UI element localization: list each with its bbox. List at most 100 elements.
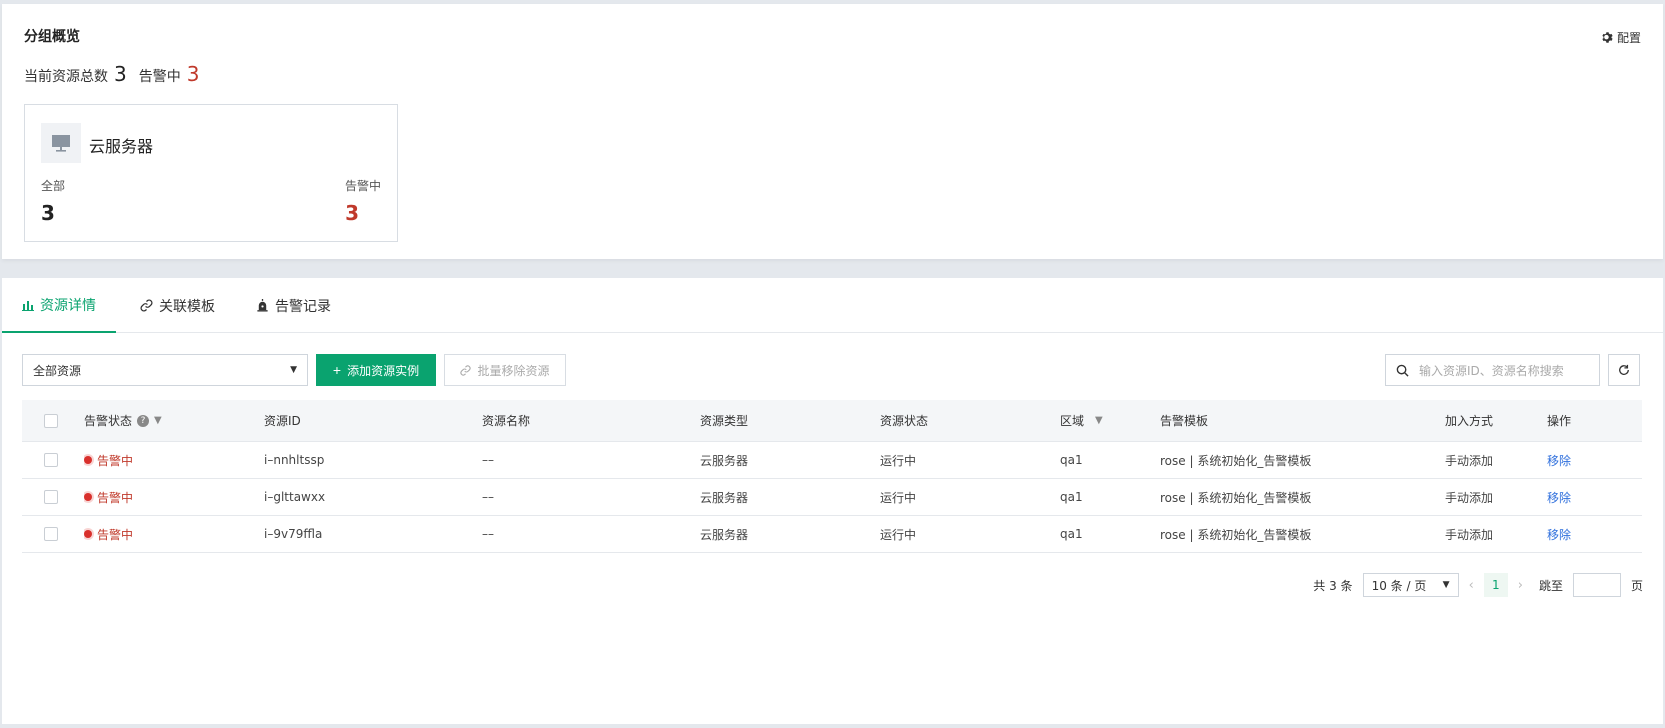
table-row: 告警中 i–glttawxx –– 云服务器 运行中 qa1 rose | 系统… bbox=[22, 479, 1642, 516]
region: qa1 bbox=[1060, 490, 1083, 504]
header-alarm-status: 告警状态 ? ▼ bbox=[84, 414, 162, 428]
alarm-status: 告警中 bbox=[84, 452, 264, 469]
batch-remove-label: 批量移除资源 bbox=[477, 363, 550, 378]
caret-down-icon: ▼ bbox=[1442, 580, 1450, 590]
join-method: 手动添加 bbox=[1445, 490, 1494, 505]
tab-linked-templates[interactable]: 关联模板 bbox=[120, 278, 235, 333]
resource-filter-select[interactable]: 全部资源 ▼ bbox=[22, 354, 308, 386]
header-resource-name: 资源名称 bbox=[482, 414, 531, 428]
join-method: 手动添加 bbox=[1445, 453, 1494, 468]
prev-page-icon[interactable]: ‹ bbox=[1469, 578, 1474, 593]
resource-type: 云服务器 bbox=[700, 453, 749, 468]
resource-state: 运行中 bbox=[880, 527, 917, 542]
resource-id: i–glttawxx bbox=[264, 490, 326, 504]
resource-detail-panel: 资源详情 关联模板 告警记录 全部资源 ▼ + 添加资源实例 批量移除资源 输入… bbox=[2, 278, 1663, 724]
region: qa1 bbox=[1060, 453, 1083, 467]
header-join-method: 加入方式 bbox=[1445, 414, 1494, 428]
plus-icon: + bbox=[332, 362, 342, 378]
batch-remove-button[interactable]: 批量移除资源 bbox=[444, 354, 566, 386]
add-resource-button[interactable]: + 添加资源实例 bbox=[316, 354, 436, 386]
table-row: 告警中 i–9v79ffla –– 云服务器 运行中 qa1 rose | 系统… bbox=[22, 516, 1642, 553]
header-actions: 操作 bbox=[1547, 414, 1572, 428]
tab-resource-detail[interactable]: 资源详情 bbox=[2, 278, 116, 333]
filter-icon[interactable]: ▼ bbox=[1095, 415, 1103, 426]
alarm-label: 告警中 bbox=[138, 69, 181, 85]
remove-link[interactable]: 移除 bbox=[1547, 452, 1627, 469]
refresh-button[interactable] bbox=[1608, 354, 1640, 386]
resource-name: –– bbox=[482, 527, 494, 541]
overview-title: 分组概览 bbox=[24, 29, 80, 45]
card-alarm-label: 告警中 bbox=[344, 179, 381, 193]
page-size-select[interactable]: 10 条 / 页 ▼ bbox=[1362, 573, 1459, 597]
caret-down-icon: ▼ bbox=[290, 365, 297, 375]
unlink-icon bbox=[460, 364, 472, 376]
header-alarm-template: 告警模板 bbox=[1160, 414, 1209, 428]
jump-page-input[interactable] bbox=[1572, 573, 1621, 597]
resource-table: 告警状态 ? ▼ 资源ID 资源名称 资源类型 资源状态 区域 ▼ 告警模板 加… bbox=[22, 400, 1642, 553]
page-suffix: 页 bbox=[1630, 578, 1643, 593]
header-resource-type: 资源类型 bbox=[700, 414, 749, 428]
card-alarm-value: 3 bbox=[345, 201, 359, 225]
resource-state: 运行中 bbox=[880, 453, 917, 468]
config-label: 配置 bbox=[1616, 31, 1641, 45]
search-icon bbox=[1396, 364, 1409, 377]
alarm-status: 告警中 bbox=[84, 489, 264, 506]
pagination: 共 3 条 10 条 / 页 ▼ ‹ 1 › 跳至 页 bbox=[1313, 573, 1643, 597]
row-checkbox[interactable] bbox=[44, 490, 58, 504]
table-header: 告警状态 ? ▼ 资源ID 资源名称 资源类型 资源状态 区域 ▼ 告警模板 加… bbox=[22, 400, 1642, 442]
header-resource-id: 资源ID bbox=[264, 414, 301, 428]
server-icon-box bbox=[41, 123, 81, 163]
cloud-server-card[interactable]: 云服务器 全部 3 告警中 3 bbox=[24, 104, 398, 242]
total-value: 3 bbox=[114, 62, 127, 86]
add-resource-label: 添加资源实例 bbox=[347, 363, 420, 378]
tab-label: 关联模板 bbox=[159, 298, 215, 315]
resource-name: –– bbox=[482, 453, 494, 467]
alarm-light-icon bbox=[257, 299, 268, 312]
gear-icon bbox=[1602, 32, 1613, 43]
search-input[interactable]: 输入资源ID、资源名称搜索 bbox=[1385, 354, 1600, 386]
link-icon bbox=[140, 299, 153, 312]
bar-chart-icon bbox=[22, 300, 34, 311]
page-number[interactable]: 1 bbox=[1483, 573, 1508, 597]
help-icon[interactable]: ? bbox=[137, 414, 150, 427]
remove-link[interactable]: 移除 bbox=[1547, 526, 1627, 543]
alarm-dot-icon bbox=[84, 456, 92, 464]
refresh-icon bbox=[1619, 364, 1629, 375]
row-checkbox[interactable] bbox=[44, 453, 58, 467]
tab-label: 告警记录 bbox=[275, 298, 331, 315]
header-region: 区域 ▼ bbox=[1060, 414, 1103, 428]
total-count: 共 3 条 bbox=[1313, 578, 1353, 593]
resource-type: 云服务器 bbox=[700, 527, 749, 542]
total-label: 当前资源总数 bbox=[24, 69, 108, 85]
resource-summary: 当前资源总数 3 告警中 3 bbox=[24, 62, 211, 86]
tab-alarm-records[interactable]: 告警记录 bbox=[236, 278, 351, 333]
remove-link[interactable]: 移除 bbox=[1547, 489, 1627, 506]
resource-name: –– bbox=[482, 490, 494, 504]
table-row: 告警中 i–nnhltssp –– 云服务器 运行中 qa1 rose | 系统… bbox=[22, 442, 1642, 479]
card-all-label: 全部 bbox=[41, 179, 66, 193]
group-overview-panel: 分组概览 配置 当前资源总数 3 告警中 3 云服务器 全部 3 告警中 3 bbox=[2, 4, 1663, 259]
tab-bar: 资源详情 关联模板 告警记录 bbox=[2, 278, 1663, 333]
alarm-dot-icon bbox=[84, 493, 92, 501]
row-checkbox[interactable] bbox=[44, 527, 58, 541]
join-method: 手动添加 bbox=[1445, 527, 1494, 542]
resource-type: 云服务器 bbox=[700, 490, 749, 505]
filter-icon[interactable]: ▼ bbox=[154, 415, 162, 426]
region: qa1 bbox=[1060, 527, 1083, 541]
select-value: 全部资源 bbox=[33, 363, 82, 378]
jump-label: 跳至 bbox=[1538, 578, 1563, 593]
resource-id: i–nnhltssp bbox=[264, 453, 325, 467]
config-button[interactable]: 配置 bbox=[1601, 29, 1641, 46]
card-all-value: 3 bbox=[41, 201, 55, 225]
resource-id: i–9v79ffla bbox=[264, 527, 323, 541]
alarm-template: rose | 系统初始化_告警模板 bbox=[1160, 527, 1312, 542]
alarm-template: rose | 系统初始化_告警模板 bbox=[1160, 490, 1312, 505]
alarm-status: 告警中 bbox=[84, 526, 264, 543]
alarm-dot-icon bbox=[84, 530, 92, 538]
alarm-value: 3 bbox=[186, 62, 200, 86]
monitor-icon bbox=[52, 135, 70, 152]
select-all-checkbox[interactable] bbox=[44, 413, 58, 428]
tab-label: 资源详情 bbox=[40, 297, 96, 314]
header-resource-state: 资源状态 bbox=[880, 414, 929, 428]
next-page-icon[interactable]: › bbox=[1518, 578, 1523, 593]
